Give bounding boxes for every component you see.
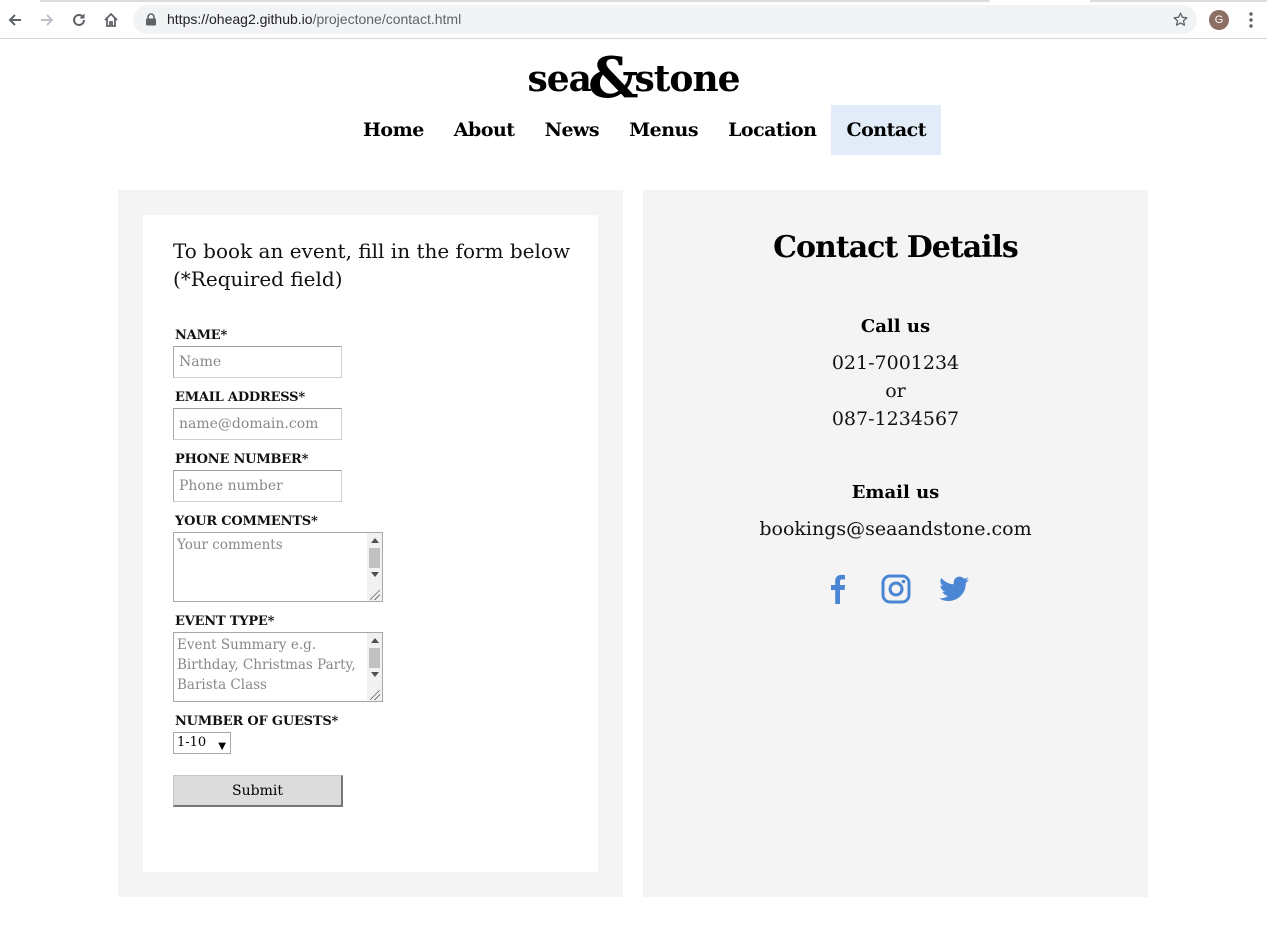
scroll-thumb[interactable] bbox=[369, 548, 380, 568]
or-text: or bbox=[885, 380, 906, 402]
scroll-thumb[interactable] bbox=[369, 648, 380, 668]
social-links bbox=[643, 571, 1148, 607]
resize-grip-icon[interactable] bbox=[370, 590, 380, 600]
main-navigation: Home About News Menus Location Contact bbox=[0, 105, 1267, 155]
twitter-icon[interactable] bbox=[936, 571, 972, 607]
url-path: /projectone/contact.html bbox=[312, 11, 462, 27]
event-type-scrollbar[interactable] bbox=[367, 633, 382, 701]
nav-menus[interactable]: Menus bbox=[614, 105, 713, 155]
event-type-textarea[interactable] bbox=[173, 632, 383, 702]
lock-icon bbox=[146, 13, 156, 26]
contact-details-panel: Contact Details Call us 021-7001234 or 0… bbox=[643, 190, 1148, 897]
browser-toolbar: https://oheag2.github.io/projectone/cont… bbox=[0, 0, 1267, 39]
facebook-icon[interactable] bbox=[820, 571, 856, 607]
resize-grip-icon[interactable] bbox=[370, 690, 380, 700]
nav-about[interactable]: About bbox=[439, 105, 530, 155]
tab-strip-edge bbox=[0, 0, 1267, 2]
scroll-down-arrow-icon[interactable] bbox=[371, 672, 379, 677]
email-input[interactable] bbox=[173, 408, 342, 440]
dropdown-caret-icon: ▼ bbox=[218, 741, 226, 752]
phone-input[interactable] bbox=[173, 470, 342, 502]
home-button[interactable] bbox=[99, 8, 123, 32]
call-us-heading: Call us bbox=[860, 316, 931, 337]
reload-button[interactable] bbox=[67, 8, 91, 32]
name-input[interactable] bbox=[173, 346, 342, 378]
logo-stone: stone bbox=[634, 58, 741, 100]
back-arrow-icon bbox=[8, 14, 21, 26]
booking-panel: To book an event, fill in the form below… bbox=[118, 190, 623, 897]
scroll-up-arrow-icon[interactable] bbox=[371, 638, 379, 643]
email-label: EMAIL ADDRESS* bbox=[175, 390, 305, 405]
url-text[interactable]: https://oheag2.github.io/projectone/cont… bbox=[167, 11, 461, 27]
phone-number-2[interactable]: 087-1234567 bbox=[643, 408, 1148, 430]
more-menu-icon[interactable] bbox=[1243, 10, 1259, 30]
logo-ampersand: & bbox=[587, 45, 639, 111]
url-host: https://oheag2.github.io bbox=[167, 11, 313, 27]
guests-label: NUMBER OF GUESTS* bbox=[175, 714, 339, 729]
forward-button[interactable] bbox=[35, 8, 59, 32]
instagram-icon[interactable] bbox=[878, 571, 914, 607]
profile-avatar[interactable]: G bbox=[1209, 10, 1229, 30]
nav-location[interactable]: Location bbox=[713, 105, 831, 155]
booking-form: To book an event, fill in the form below… bbox=[143, 215, 598, 872]
guests-selected-value: 1-10 bbox=[177, 735, 207, 750]
guests-select[interactable]: 1-10 ▼ bbox=[173, 732, 231, 754]
scroll-down-arrow-icon[interactable] bbox=[371, 572, 379, 577]
nav-contact[interactable]: Contact bbox=[831, 105, 942, 155]
comments-textarea[interactable] bbox=[173, 532, 383, 602]
contact-details-title: Contact Details bbox=[773, 230, 1019, 265]
forward-arrow-icon bbox=[41, 14, 54, 26]
event-type-label: EVENT TYPE* bbox=[175, 614, 275, 629]
contact-email[interactable]: bookings@seaandstone.com bbox=[643, 518, 1148, 540]
phone-number-1[interactable]: 021-7001234 bbox=[643, 352, 1148, 374]
scroll-up-arrow-icon[interactable] bbox=[371, 538, 379, 543]
name-label: NAME* bbox=[175, 328, 228, 343]
submit-button[interactable]: Submit bbox=[173, 775, 343, 807]
logo-sea: sea bbox=[527, 58, 591, 100]
site-logo[interactable]: sea&stone bbox=[0, 48, 1267, 109]
comments-scrollbar[interactable] bbox=[367, 533, 382, 601]
home-icon bbox=[104, 12, 118, 27]
bookmark-star-icon[interactable] bbox=[1172, 11, 1189, 28]
phone-label: PHONE NUMBER* bbox=[175, 452, 309, 467]
form-intro: To book an event, fill in the form below… bbox=[173, 239, 571, 291]
reload-icon bbox=[73, 13, 85, 26]
email-us-heading: Email us bbox=[851, 482, 940, 503]
back-button[interactable] bbox=[3, 8, 27, 32]
nav-news[interactable]: News bbox=[530, 105, 615, 155]
nav-home[interactable]: Home bbox=[348, 105, 439, 155]
comments-label: YOUR COMMENTS* bbox=[175, 514, 318, 529]
address-bar[interactable]: https://oheag2.github.io/projectone/cont… bbox=[133, 5, 1197, 34]
